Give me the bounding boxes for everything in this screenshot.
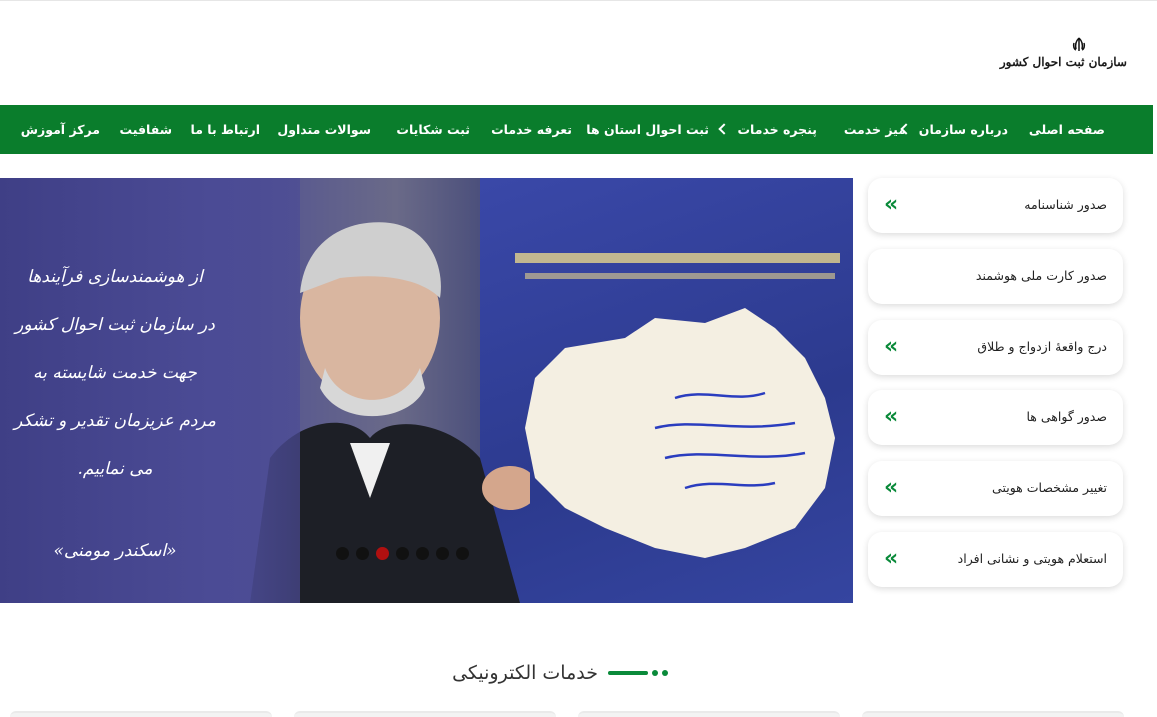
iran-emblem-icon: [1072, 37, 1086, 51]
service-identity-change[interactable]: تغییر مشخصات هویتی »: [868, 461, 1123, 516]
site-logo[interactable]: سازمان ثبت احوال کشور: [999, 37, 1127, 87]
service-label: استعلام هویتی و نشانی افراد: [957, 551, 1107, 566]
service-label: صدور کارت ملی هوشمند: [975, 268, 1107, 283]
slider-pagination: [336, 547, 476, 561]
nav-item-contact[interactable]: ارتباط با ما: [191, 105, 260, 154]
quote-line: جهت خدمت شایسته به: [33, 363, 197, 383]
nav-item-service-desk[interactable]: میز خدمت: [844, 105, 906, 154]
slider-dot[interactable]: [396, 547, 409, 560]
service-certificates[interactable]: صدور گواهی ها »: [868, 390, 1123, 445]
quote-line: از هوشمندسازی فرآیندها: [27, 267, 203, 287]
double-chevron-left-icon: »: [884, 546, 899, 571]
site-header: سازمان ثبت احوال کشور: [0, 0, 1157, 105]
service-card[interactable]: [862, 711, 1124, 717]
title-decoration-dot: [662, 670, 668, 676]
service-label: صدور گواهی ها: [1026, 409, 1108, 424]
logo-text: سازمان ثبت احوال کشور: [999, 55, 1127, 69]
service-label: درج واقعهٔ ازدواج و طلاق: [977, 339, 1107, 354]
nav-item-label: ارتباط با ما: [190, 122, 260, 137]
service-label: صدور شناسنامه: [1024, 197, 1107, 212]
service-smart-id-card[interactable]: صدور کارت ملی هوشمند: [868, 249, 1123, 304]
double-chevron-left-icon: »: [884, 404, 899, 429]
nav-item-label: ثبت احوال استان ها: [586, 122, 709, 137]
service-birth-certificate[interactable]: صدور شناسنامه »: [868, 178, 1123, 233]
chevron-left-icon: [718, 123, 731, 135]
signing-board-illustration: [515, 253, 840, 558]
nav-item-home[interactable]: صفحه اصلی: [1029, 105, 1105, 154]
title-decoration-dot: [652, 670, 658, 676]
slider-dot[interactable]: [356, 547, 369, 560]
nav-item-label: سوالات متداول: [277, 122, 371, 137]
nav-item-label: میز خدمت: [843, 122, 906, 137]
nav-item-about[interactable]: درباره سازمان: [900, 105, 1008, 154]
hero-slider[interactable]: از هوشمندسازی فرآیندها در سازمان ثبت احو…: [0, 178, 853, 603]
slider-dot[interactable]: [416, 547, 429, 560]
double-chevron-left-icon: »: [884, 475, 899, 500]
slider-dot[interactable]: [376, 547, 389, 560]
nav-item-transparency[interactable]: شفافیت: [119, 105, 172, 154]
slider-dot[interactable]: [456, 547, 469, 560]
nav-item-service-window[interactable]: پنجره خدمات: [718, 105, 817, 154]
service-label: تغییر مشخصات هویتی: [992, 480, 1107, 495]
nav-item-label: صفحه اصلی: [1028, 122, 1105, 137]
service-identity-inquiry[interactable]: استعلام هویتی و نشانی افراد »: [868, 532, 1123, 587]
service-card[interactable]: [294, 711, 556, 717]
double-chevron-left-icon: »: [884, 334, 899, 359]
double-chevron-left-icon: »: [884, 192, 899, 217]
nav-item-faq[interactable]: سوالات متداول: [277, 105, 371, 154]
main-navbar: صفحه اصلی درباره سازمان میز خدمت پنجره خ…: [0, 105, 1153, 154]
nav-item-complaints[interactable]: ثبت شکایات: [396, 105, 470, 154]
nav-item-label: پنجره خدمات: [737, 122, 817, 137]
service-card[interactable]: [578, 711, 840, 717]
service-card[interactable]: [10, 711, 272, 717]
quote-line: مردم عزیزمان تقدیر و تشکر می نماییم.: [14, 411, 216, 479]
nav-item-label: شفافیت: [119, 122, 172, 137]
nav-item-label: تعرفه خدمات: [491, 122, 572, 137]
section-title: خدمات الکترونیکی: [452, 662, 598, 684]
nav-item-label: مرکز آموزش: [20, 122, 100, 137]
slide-quote: از هوشمندسازی فرآیندها در سازمان ثبت احو…: [10, 253, 220, 575]
nav-item-provinces[interactable]: ثبت احوال استان ها: [586, 105, 709, 154]
slider-dot[interactable]: [336, 547, 349, 560]
quote-author: «اسکندر مومنی»: [53, 541, 177, 561]
nav-item-label: درباره سازمان: [918, 122, 1008, 137]
nav-item-tariffs[interactable]: تعرفه خدمات: [491, 105, 572, 154]
e-services-heading: خدمات الکترونیکی: [450, 658, 670, 688]
title-decoration-line: [608, 671, 648, 675]
nav-item-training[interactable]: مرکز آموزش: [21, 105, 100, 154]
slider-dot[interactable]: [436, 547, 449, 560]
service-marriage-divorce[interactable]: درج واقعهٔ ازدواج و طلاق »: [868, 320, 1123, 375]
quote-line: در سازمان ثبت احوال کشور: [15, 315, 215, 335]
nav-item-label: ثبت شکایات: [396, 122, 470, 137]
